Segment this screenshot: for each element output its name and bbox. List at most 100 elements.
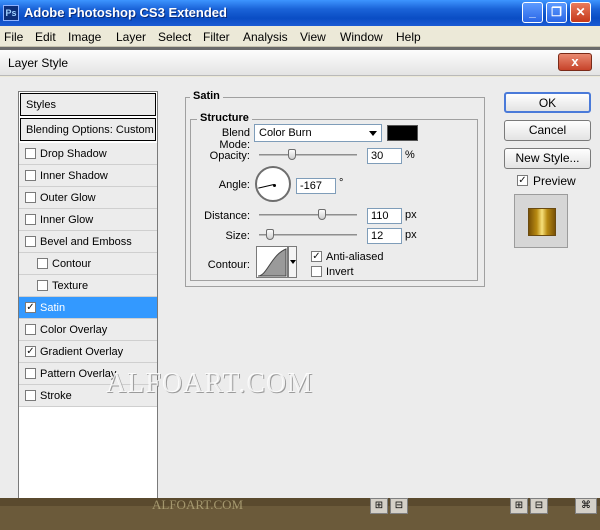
new-style-button[interactable]: New Style...: [504, 148, 591, 169]
style-item-checkbox[interactable]: [25, 368, 36, 379]
gold-gradient-preview: [528, 208, 556, 236]
style-item-checkbox[interactable]: [37, 258, 48, 269]
angle-label: Angle:: [218, 179, 250, 191]
minimize-icon[interactable]: _: [522, 2, 543, 23]
ok-button[interactable]: OK: [504, 92, 591, 113]
style-item-label: Outer Glow: [40, 192, 96, 204]
style-item-label: Contour: [52, 258, 92, 270]
cancel-button[interactable]: Cancel: [504, 120, 591, 141]
style-item-inner-shadow[interactable]: Inner Shadow: [19, 165, 157, 187]
menu-filter[interactable]: Filter: [203, 30, 230, 44]
menu-layer[interactable]: Layer: [116, 30, 146, 44]
style-item-label: Satin: [40, 302, 66, 314]
distance-slider-track: [259, 214, 357, 216]
app-title: Adobe Photoshop CS3 Extended: [24, 5, 227, 20]
style-item-label: Bevel and Emboss: [40, 236, 132, 248]
menu-view[interactable]: View: [300, 30, 326, 44]
style-item-outer-glow[interactable]: Outer Glow: [19, 187, 157, 209]
chevron-down-icon: [369, 131, 377, 136]
canvas-tool-icon[interactable]: ⊟: [390, 498, 408, 514]
style-item-color-overlay[interactable]: Color Overlay: [19, 319, 157, 341]
restore-icon[interactable]: ❐: [546, 2, 567, 23]
preview-checkbox[interactable]: ✓: [517, 175, 528, 186]
opacity-unit: %: [405, 149, 415, 161]
styles-header[interactable]: Styles: [20, 93, 156, 116]
menu-select[interactable]: Select: [158, 30, 191, 44]
size-slider-thumb[interactable]: [266, 229, 274, 240]
invert-checkbox[interactable]: [311, 266, 322, 277]
style-item-label: Texture: [52, 280, 89, 292]
style-item-texture[interactable]: Texture: [19, 275, 157, 297]
preview-label: Preview: [533, 174, 576, 188]
canvas-tool-icon[interactable]: ⊞: [370, 498, 388, 514]
opacity-slider[interactable]: [259, 149, 357, 160]
blending-options-item[interactable]: Blending Options: Custom: [20, 118, 156, 141]
app-titlebar: Ps Adobe Photoshop CS3 Extended _ ❐ ✕: [0, 0, 600, 26]
styles-header-label: Styles: [26, 99, 56, 111]
dialog-title: Layer Style: [8, 56, 69, 70]
style-item-checkbox[interactable]: [25, 192, 36, 203]
distance-slider-thumb[interactable]: [318, 209, 326, 220]
angle-dial[interactable]: [255, 166, 291, 202]
dialog-close-icon[interactable]: x: [558, 53, 592, 71]
opacity-slider-thumb[interactable]: [288, 149, 296, 160]
contour-curve-icon: [257, 248, 287, 277]
menu-window[interactable]: Window: [340, 30, 383, 44]
style-preview-thumbnail: [514, 194, 568, 248]
canvas-tool-icon[interactable]: ⊞: [510, 498, 528, 514]
opacity-input[interactable]: 30: [367, 148, 402, 164]
blend-mode-value: Color Burn: [259, 127, 312, 139]
menu-analysis[interactable]: Analysis: [243, 30, 288, 44]
blend-mode-label: Blend Mode:: [219, 127, 250, 151]
satin-color-swatch[interactable]: [387, 125, 418, 141]
menu-help[interactable]: Help: [396, 30, 421, 44]
blend-mode-select[interactable]: Color Burn: [254, 124, 382, 142]
opacity-slider-track: [259, 154, 357, 156]
style-item-checkbox[interactable]: [25, 390, 36, 401]
style-item-label: Drop Shadow: [40, 148, 107, 160]
menu-image[interactable]: Image: [68, 30, 101, 44]
style-item-checkbox[interactable]: [25, 324, 36, 335]
distance-input[interactable]: 110: [367, 208, 402, 224]
size-input[interactable]: 12: [367, 228, 402, 244]
contour-dropdown-button[interactable]: [288, 246, 297, 278]
background-canvas-strip: ⊞ ⊟ ⊞ ⊟ ⌘: [0, 498, 600, 530]
close-icon[interactable]: ✕: [570, 2, 591, 23]
style-item-checkbox[interactable]: [37, 280, 48, 291]
style-item-checkbox[interactable]: [25, 170, 36, 181]
invert-label: Invert: [326, 266, 354, 278]
distance-slider[interactable]: [259, 209, 357, 220]
structure-group-title: Structure: [197, 112, 252, 124]
size-slider[interactable]: [259, 229, 357, 240]
style-item-checkbox[interactable]: ✓: [25, 346, 36, 357]
style-item-satin[interactable]: ✓ Satin: [19, 297, 157, 319]
opacity-label: Opacity:: [209, 150, 250, 162]
style-item-gradient-overlay[interactable]: ✓ Gradient Overlay: [19, 341, 157, 363]
style-item-inner-glow[interactable]: Inner Glow: [19, 209, 157, 231]
angle-input[interactable]: -167: [296, 178, 336, 194]
menubar: File Edit Image Layer Select Filter Anal…: [0, 26, 600, 47]
chevron-down-icon: [290, 260, 296, 264]
style-item-label: Stroke: [40, 390, 72, 402]
style-item-contour[interactable]: Contour: [19, 253, 157, 275]
layer-style-dialog: Layer Style x Styles Blending Options: C…: [0, 50, 600, 511]
menu-edit[interactable]: Edit: [35, 30, 56, 44]
canvas-tool-icon[interactable]: ⌘: [575, 498, 597, 514]
canvas-tool-icon[interactable]: ⊟: [530, 498, 548, 514]
style-item-bevel-and-emboss[interactable]: Bevel and Emboss: [19, 231, 157, 253]
dialog-body: Styles Blending Options: Custom Drop Sha…: [0, 77, 600, 511]
style-item-drop-shadow[interactable]: Drop Shadow: [19, 143, 157, 165]
blending-options-label: Blending Options: Custom: [26, 124, 154, 136]
dialog-titlebar: Layer Style x: [0, 50, 600, 76]
style-item-checkbox[interactable]: [25, 148, 36, 159]
contour-picker[interactable]: [256, 246, 288, 278]
style-item-checkbox[interactable]: [25, 236, 36, 247]
style-item-label: Pattern Overlay: [40, 368, 117, 380]
style-item-checkbox[interactable]: ✓: [25, 302, 36, 313]
menu-file[interactable]: File: [4, 30, 23, 44]
anti-aliased-label: Anti-aliased: [326, 251, 384, 263]
styles-list: Styles Blending Options: Custom Drop Sha…: [18, 91, 158, 511]
style-item-checkbox[interactable]: [25, 214, 36, 225]
anti-aliased-checkbox[interactable]: ✓: [311, 251, 322, 262]
distance-label: Distance:: [204, 210, 250, 222]
